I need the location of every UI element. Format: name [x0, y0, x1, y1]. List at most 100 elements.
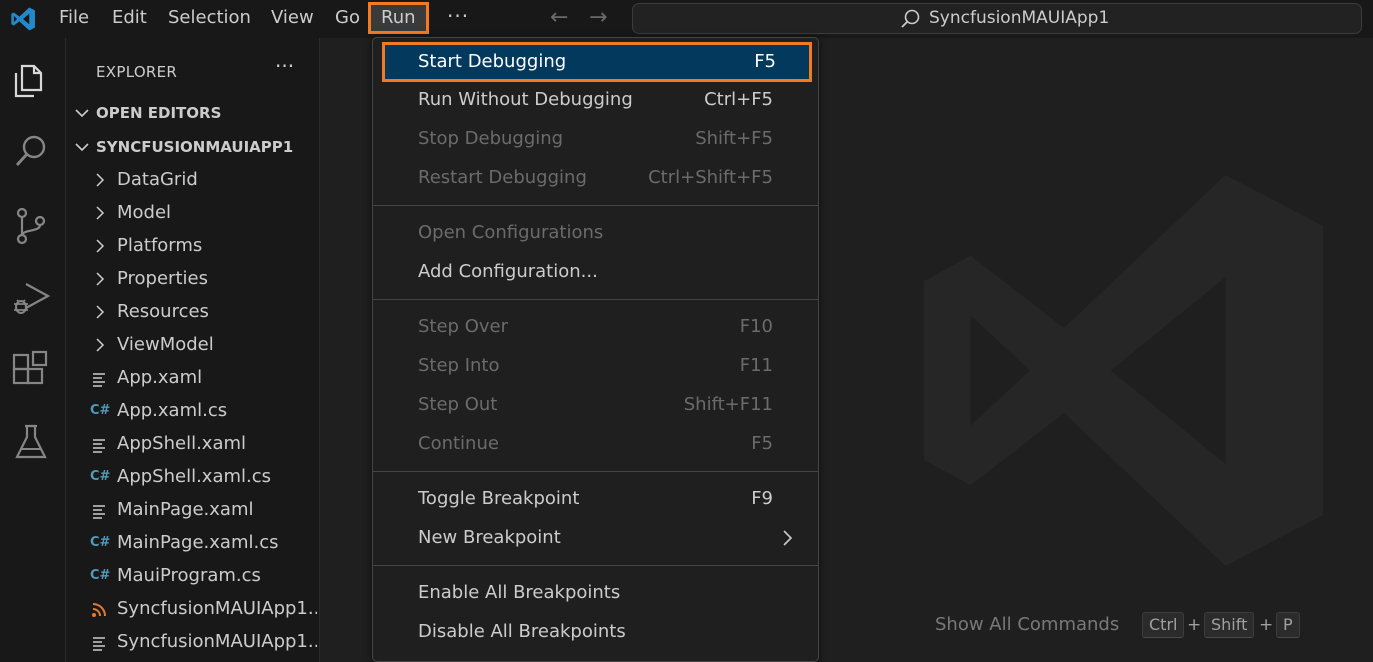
menu-item-label: New Breakpoint: [418, 527, 561, 548]
file-appshell-xaml-cs[interactable]: C# AppShell.xaml.cs: [66, 461, 320, 494]
menu-more-icon[interactable]: ···: [447, 4, 469, 28]
project-section[interactable]: SYNCFUSIONMAUIAPP1: [66, 133, 320, 163]
menu-new-breakpoint[interactable]: New Breakpoint: [373, 519, 818, 558]
chevron-right-icon: [96, 173, 105, 187]
menu-run[interactable]: Run: [368, 2, 429, 34]
folder-viewmodel[interactable]: ViewModel: [66, 329, 320, 362]
menu-item-shortcut: F11: [739, 355, 773, 376]
csharp-icon: C#: [90, 535, 111, 550]
explorer-more-icon[interactable]: ···: [275, 54, 294, 78]
menu-item-label: Step Out: [418, 394, 498, 415]
chevron-right-icon: [783, 530, 793, 546]
command-center-search[interactable]: SyncfusionMAUIApp1: [632, 3, 1362, 34]
activity-bar: [0, 38, 66, 662]
menu-item-shortcut: Shift+F11: [683, 394, 773, 415]
xaml-icon: [93, 373, 105, 387]
file-label: App.xaml: [117, 367, 203, 388]
folder-label: ViewModel: [117, 334, 214, 355]
menu-item-label: Enable All Breakpoints: [418, 582, 621, 603]
folder-label: Platforms: [117, 235, 203, 256]
menu-disable-all-breakpoints[interactable]: Disable All Breakpoints: [373, 613, 818, 652]
file-syncfusionmauiapp1-rss[interactable]: SyncfusionMAUIApp1...: [66, 593, 320, 626]
menu-open-configurations: Open Configurations: [373, 214, 818, 253]
menu-item-label: Stop Debugging: [418, 128, 564, 149]
search-icon: [901, 9, 920, 28]
menu-edit[interactable]: Edit: [109, 0, 150, 36]
menu-separator: [373, 565, 818, 566]
back-arrow-icon[interactable]: ←: [550, 5, 568, 30]
file-syncfusionmauiapp1-xaml[interactable]: SyncfusionMAUIApp1...: [66, 626, 320, 659]
menu-run-without-debugging[interactable]: Run Without Debugging Ctrl+F5: [373, 81, 818, 120]
menu-item-label: Toggle Breakpoint: [418, 488, 580, 509]
file-mainpage-xaml[interactable]: MainPage.xaml: [66, 494, 320, 527]
kbd-ctrl: Ctrl: [1142, 612, 1185, 638]
file-label: SyncfusionMAUIApp1...: [117, 631, 317, 652]
file-mauiprogram-cs[interactable]: C# MauiProgram.cs: [66, 560, 320, 593]
folder-label: Resources: [117, 301, 209, 322]
menu-item-label: Add Configuration...: [418, 261, 598, 282]
kbd-plus: +: [1259, 615, 1274, 635]
menu-item-shortcut: Shift+F5: [695, 128, 773, 149]
folder-properties[interactable]: Properties: [66, 263, 320, 296]
explorer-sidebar: EXPLORER ··· OPEN EDITORS SYNCFUSIONMAUI…: [66, 38, 320, 662]
kbd-shift: Shift: [1204, 612, 1255, 638]
xaml-icon: [93, 637, 105, 651]
source-control-icon[interactable]: [10, 205, 52, 247]
menu-toggle-breakpoint[interactable]: Toggle Breakpoint F9: [373, 480, 818, 519]
menu-start-debugging[interactable]: Start Debugging F5: [382, 42, 812, 82]
menu-selection[interactable]: Selection: [165, 0, 254, 36]
chevron-down-icon: [75, 109, 89, 118]
file-label: AppShell.xaml: [117, 433, 247, 454]
csharp-icon: C#: [90, 568, 111, 583]
menu-stop-debugging: Stop Debugging Shift+F5: [373, 120, 818, 159]
menu-file[interactable]: File: [56, 0, 92, 36]
kbd-plus: +: [1187, 615, 1202, 635]
menu-separator: [373, 205, 818, 206]
menu-separator: [373, 471, 818, 472]
chevron-right-icon: [96, 206, 105, 220]
menu-item-shortcut: Ctrl+Shift+F5: [648, 167, 773, 188]
menu-item-shortcut: F5: [754, 51, 776, 72]
forward-arrow-icon[interactable]: →: [589, 5, 607, 30]
extensions-icon[interactable]: [10, 349, 52, 391]
file-mainpage-xaml-cs[interactable]: C# MainPage.xaml.cs: [66, 527, 320, 560]
csharp-icon: C#: [90, 469, 111, 484]
open-editors-section[interactable]: OPEN EDITORS: [66, 99, 320, 129]
menu-item-label: Run Without Debugging: [418, 89, 633, 110]
menu-item-label: Step Into: [418, 355, 500, 376]
chevron-right-icon: [96, 239, 105, 253]
menu-enable-all-breakpoints[interactable]: Enable All Breakpoints: [373, 574, 818, 613]
chevron-down-icon: [75, 143, 89, 152]
run-debug-icon[interactable]: [10, 278, 52, 320]
menu-item-shortcut: F10: [739, 316, 773, 337]
file-label: MauiProgram.cs: [117, 565, 261, 586]
explorer-icon[interactable]: [10, 58, 52, 100]
file-label: SyncfusionMAUIApp1...: [117, 598, 317, 619]
menu-item-label: Disable All Breakpoints: [418, 621, 626, 642]
csharp-icon: C#: [90, 403, 111, 418]
testing-icon[interactable]: [10, 421, 52, 463]
menu-continue: Continue F5: [373, 425, 818, 464]
menu-item-label: Open Configurations: [418, 222, 604, 243]
menu-item-label: Restart Debugging: [418, 167, 587, 188]
folder-resources[interactable]: Resources: [66, 296, 320, 329]
explorer-title: EXPLORER: [96, 63, 178, 81]
menu-go[interactable]: Go: [332, 0, 363, 36]
menu-item-shortcut: F5: [751, 433, 773, 454]
folder-model[interactable]: Model: [66, 197, 320, 230]
show-all-commands-label: Show All Commands: [935, 614, 1120, 635]
menu-step-into: Step Into F11: [373, 347, 818, 386]
kbd-p: P: [1276, 612, 1300, 638]
folder-platforms[interactable]: Platforms: [66, 230, 320, 263]
menu-item-shortcut: F9: [751, 488, 773, 509]
project-label: SYNCFUSIONMAUIAPP1: [96, 138, 294, 156]
menu-view[interactable]: View: [268, 0, 317, 36]
file-app-xaml[interactable]: App.xaml: [66, 362, 320, 395]
folder-label: DataGrid: [117, 169, 198, 190]
file-label: App.xaml.cs: [117, 400, 228, 421]
file-appshell-xaml[interactable]: AppShell.xaml: [66, 428, 320, 461]
search-icon[interactable]: [10, 130, 52, 172]
folder-datagrid[interactable]: DataGrid: [66, 164, 320, 197]
menu-add-configuration[interactable]: Add Configuration...: [373, 253, 818, 292]
file-app-xaml-cs[interactable]: C# App.xaml.cs: [66, 395, 320, 428]
